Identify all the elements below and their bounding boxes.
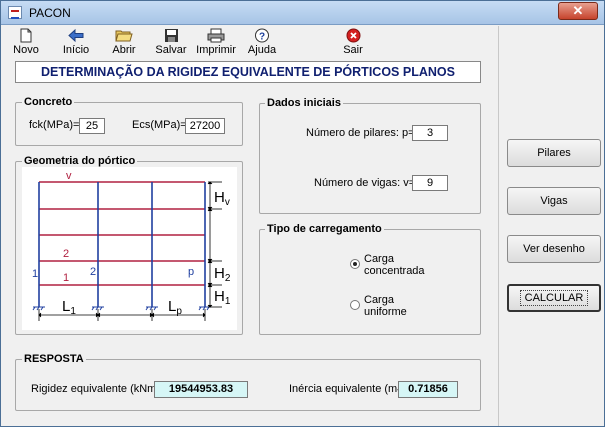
- column-label-1: 1: [32, 268, 38, 280]
- open-folder-icon: [115, 30, 133, 42]
- page-title: DETERMINAÇÃO DA RIGIDEZ EQUIVALENTE DE P…: [41, 65, 455, 79]
- columns: [38, 182, 206, 307]
- beam-label-v: v: [66, 170, 72, 182]
- window-title: PACON: [29, 6, 71, 20]
- close-window-button[interactable]: ✕: [558, 2, 598, 20]
- new-file-icon: [20, 28, 32, 43]
- beam-label-2: 2: [63, 248, 69, 260]
- carregamento-group: [259, 229, 481, 335]
- ecs-label: Ecs(MPa)=: [132, 119, 187, 131]
- app-icon: [8, 6, 22, 19]
- fck-input[interactable]: 25: [79, 118, 105, 134]
- dados-group: [259, 103, 481, 214]
- pilares-input[interactable]: 3: [412, 125, 448, 141]
- imprimir-button[interactable]: Imprimir: [193, 28, 239, 56]
- abrir-label: Abrir: [112, 44, 136, 56]
- save-disk-icon: [164, 29, 178, 42]
- column-label-2: 2: [90, 266, 96, 278]
- beam-label-1: 1: [63, 272, 69, 284]
- geometria-legend: Geometria do pórtico: [22, 155, 138, 167]
- concreto-legend: Concreto: [22, 96, 75, 108]
- calcular-button[interactable]: CALCULAR: [507, 284, 601, 312]
- ajuda-label: Ajuda: [247, 44, 277, 56]
- radio-carga-concentrada[interactable]: [350, 259, 360, 269]
- carga-concentrada-label[interactable]: Carga concentrada: [364, 253, 425, 277]
- supports: [32, 306, 211, 311]
- radio-carga-uniforme[interactable]: [350, 300, 360, 310]
- salvar-button[interactable]: Salvar: [153, 28, 189, 56]
- svg-text:?: ?: [259, 32, 265, 43]
- back-arrow-icon: [68, 28, 84, 43]
- carga-uniforme-label[interactable]: Carga uniforme: [364, 294, 407, 318]
- vigas-button[interactable]: Vigas: [507, 187, 601, 215]
- dim-label-hv: Hv: [214, 189, 230, 208]
- rigidez-label: Rigidez equivalente (kNm2)=: [31, 383, 173, 395]
- pilares-label: Número de pilares: p=: [306, 127, 415, 139]
- sair-label: Sair: [343, 44, 363, 56]
- rigidez-output: 19544953.83: [154, 381, 248, 398]
- resposta-legend: RESPOSTA: [22, 353, 86, 365]
- dim-label-l1: L1: [62, 298, 76, 317]
- pilares-button[interactable]: Pilares: [507, 139, 601, 167]
- printer-icon: [207, 28, 225, 43]
- inicio-button[interactable]: Início: [59, 28, 93, 56]
- dim-label-h1: H1: [214, 288, 231, 307]
- frame-drawing: v 2 1 1 2 p Hv H2 H1 L1 Lp: [32, 170, 231, 321]
- novo-button[interactable]: Novo: [11, 28, 41, 56]
- vigas-input[interactable]: 9: [412, 175, 448, 191]
- ver-desenho-button[interactable]: Ver desenho: [507, 235, 601, 263]
- dim-label-lp: Lp: [168, 298, 182, 317]
- toolbar: Novo Início Abrir Salvar Imprimir ? Ajud…: [1, 26, 501, 60]
- fck-label: fck(MPa)=: [29, 119, 80, 131]
- frame-diagram: v 2 1 1 2 p Hv H2 H1 L1 Lp: [22, 167, 237, 330]
- vigas-label: Número de vigas: v=: [314, 177, 416, 189]
- carregamento-legend: Tipo de carregamento: [265, 223, 384, 235]
- main-window: PACON ✕ Novo Início Abrir Salvar Imprimi…: [0, 0, 605, 427]
- column-label-p: p: [188, 266, 194, 278]
- imprimir-label: Imprimir: [196, 44, 236, 56]
- ecs-input[interactable]: 27200: [185, 118, 225, 134]
- title-bar[interactable]: PACON ✕: [1, 1, 604, 25]
- header-title-box: DETERMINAÇÃO DA RIGIDEZ EQUIVALENTE DE P…: [15, 61, 481, 83]
- inicio-label: Início: [62, 44, 90, 56]
- inercia-label: Inércia equivalente (m4)=: [289, 383, 414, 395]
- help-icon: ?: [255, 28, 269, 43]
- right-panel-separator: [498, 26, 499, 426]
- sair-button[interactable]: Sair: [339, 28, 367, 56]
- novo-label: Novo: [13, 44, 39, 56]
- dim-label-h2: H2: [214, 265, 231, 284]
- beams: [39, 181, 205, 286]
- calcular-label: CALCULAR: [519, 290, 589, 306]
- salvar-label: Salvar: [155, 44, 187, 56]
- ajuda-button[interactable]: ? Ajuda: [245, 28, 279, 56]
- dados-legend: Dados iniciais: [265, 97, 343, 109]
- inercia-output: 0.71856: [398, 381, 458, 398]
- exit-icon: [346, 28, 360, 43]
- abrir-button[interactable]: Abrir: [109, 28, 139, 56]
